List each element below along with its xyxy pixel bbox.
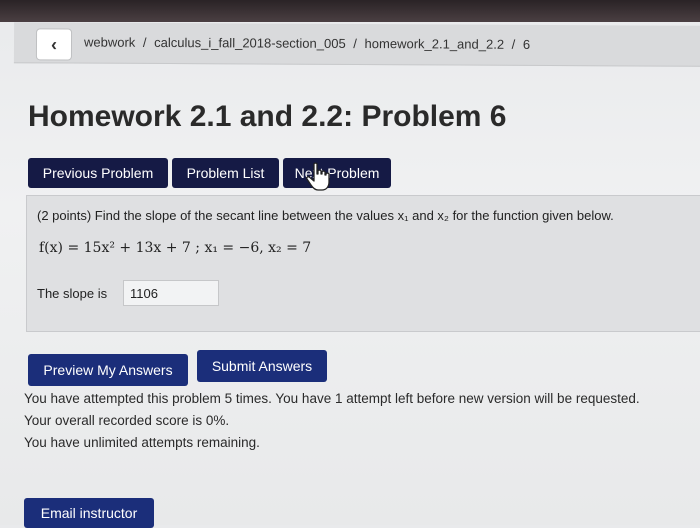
window-top-edge — [0, 0, 700, 22]
page-title: Homework 2.1 and 2.2: Problem 6 — [28, 100, 507, 133]
breadcrumb: ‹ webwork / calculus_i_fall_2018-section… — [13, 22, 700, 67]
email-instructor-button[interactable]: Email instructor — [24, 498, 154, 528]
problem-list-button[interactable]: Problem List — [172, 158, 279, 188]
breadcrumb-item-problem: 6 — [522, 36, 531, 52]
hand-pointer-icon — [306, 162, 330, 191]
preview-answers-button[interactable]: Preview My Answers — [28, 354, 188, 386]
function-equation: f(x) = 15x² + 13x + 7 ; x₁ = −6, x₂ = 7 — [39, 240, 312, 256]
breadcrumb-item-course[interactable]: calculus_i_fall_2018-section_005 — [154, 35, 346, 51]
attempts-message: You have attempted this problem 5 times.… — [24, 391, 640, 406]
breadcrumb-separator: / — [511, 36, 516, 52]
submit-answers-button[interactable]: Submit Answers — [197, 350, 327, 382]
problem-panel: (2 points) Find the slope of the secant … — [26, 195, 700, 332]
attempt-status: You have attempted this problem 5 times.… — [24, 388, 640, 454]
problem-prompt: (2 points) Find the slope of the secant … — [37, 208, 614, 223]
previous-problem-button[interactable]: Previous Problem — [28, 158, 168, 188]
breadcrumb-trail: webwork / calculus_i_fall_2018-section_0… — [84, 35, 530, 52]
slope-answer-input[interactable] — [123, 280, 219, 306]
breadcrumb-item-homework[interactable]: homework_2.1_and_2.2 — [365, 36, 505, 52]
breadcrumb-item-webwork[interactable]: webwork — [84, 35, 135, 50]
breadcrumb-separator: / — [142, 34, 147, 50]
remaining-attempts-message: You have unlimited attempts remaining. — [24, 435, 260, 450]
next-problem-button[interactable]: Next Problem — [283, 158, 391, 188]
score-message: Your overall recorded score is 0%. — [24, 413, 230, 428]
back-button[interactable]: ‹ — [35, 28, 73, 61]
answer-label: The slope is — [37, 286, 108, 301]
breadcrumb-separator: / — [353, 35, 357, 51]
chevron-left-icon: ‹ — [50, 33, 58, 54]
